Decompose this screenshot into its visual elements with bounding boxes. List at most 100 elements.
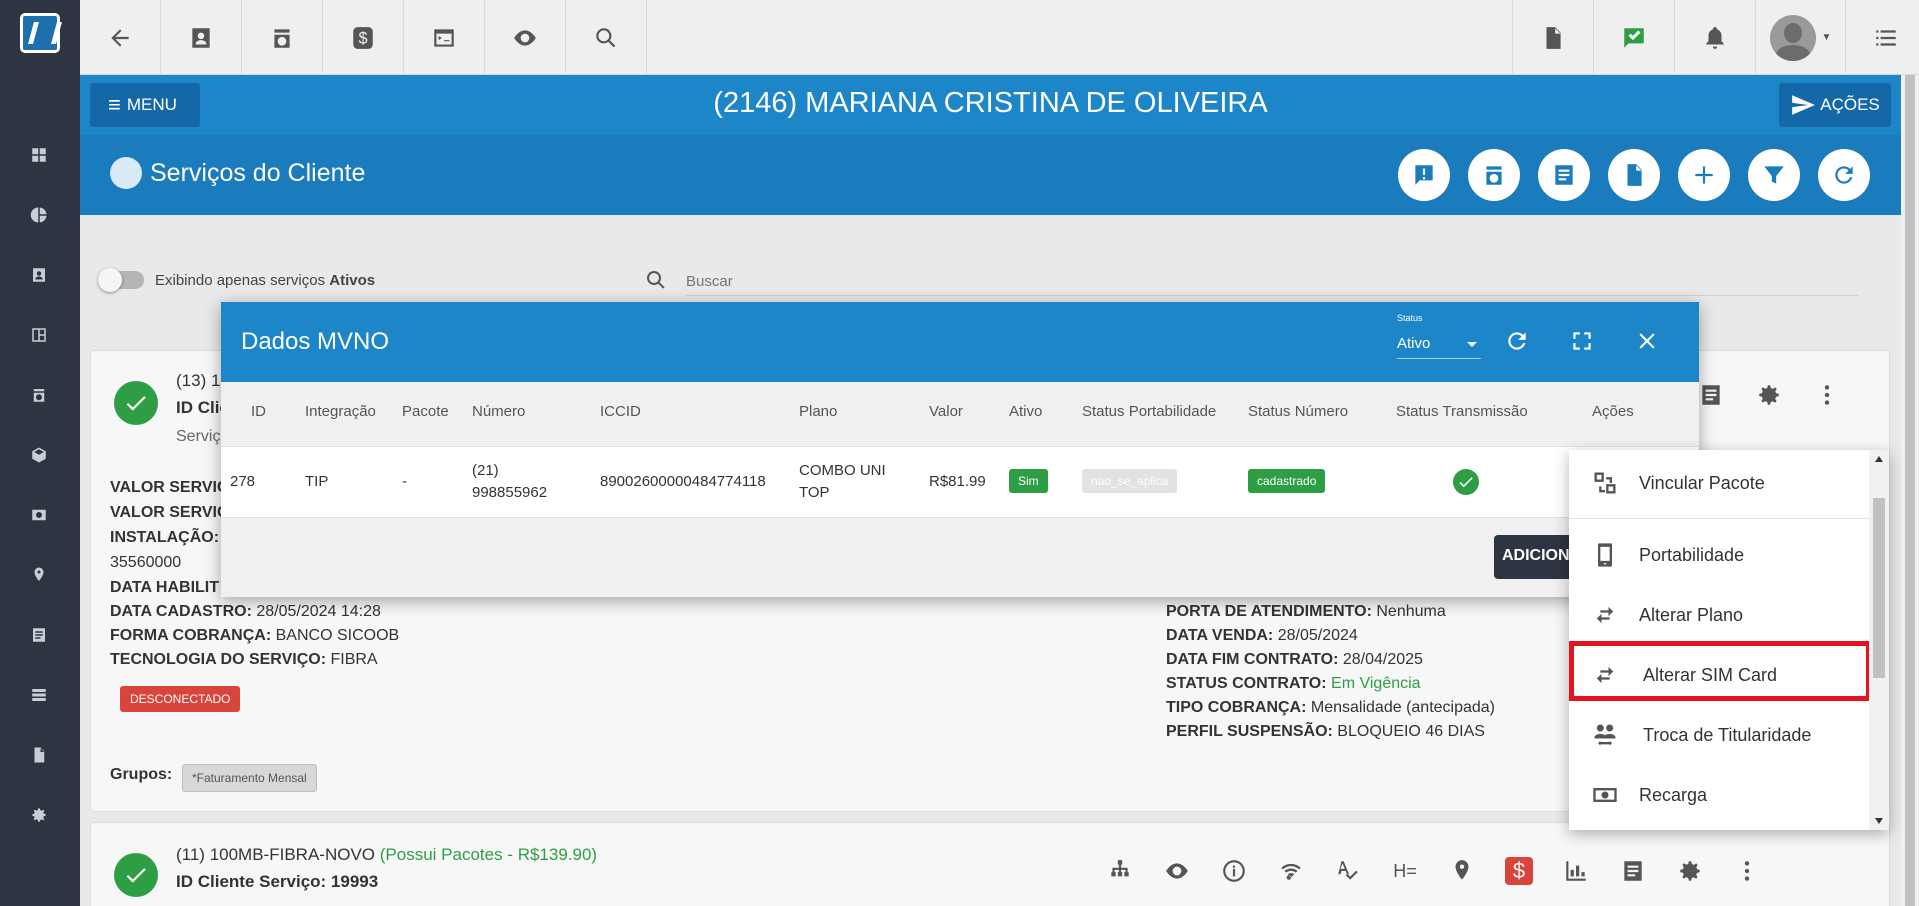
document-list-button[interactable]: [1538, 149, 1590, 201]
menu-item-portabilidade[interactable]: Portabilidade: [1569, 529, 1869, 581]
status-select[interactable]: Ativo: [1397, 329, 1481, 359]
menu-divider: [1569, 518, 1869, 519]
pie-chart-icon[interactable]: [28, 204, 50, 226]
col-id: ID: [251, 403, 266, 420]
cell-numero-1: (21): [472, 462, 499, 479]
refresh-icon[interactable]: [1503, 327, 1531, 355]
card1-label-3: INSTALAÇÃO:: [110, 529, 220, 546]
document-list-icon[interactable]: [1697, 381, 1725, 409]
venda-value: 28/05/2024: [1277, 627, 1358, 644]
h-equal-icon[interactable]: H=: [1391, 857, 1419, 885]
more-vert-icon[interactable]: [1733, 857, 1761, 885]
list-menu-button[interactable]: [1845, 0, 1919, 75]
scroll-up-arrow-icon[interactable]: [1875, 456, 1883, 462]
app-logo[interactable]: [20, 13, 60, 53]
view-button[interactable]: [485, 0, 566, 75]
cell-portabilidade-badge: nao_se_aplica: [1082, 469, 1178, 493]
perfil-row: PERFIL SUSPENSÃO: BLOQUEIO 46 DIAS: [1166, 723, 1485, 741]
money-icon[interactable]: [28, 504, 50, 526]
pdf-button[interactable]: [1512, 0, 1593, 75]
col-status-portabilidade: Status Portabilidade: [1082, 403, 1217, 420]
col-valor: Valor: [929, 403, 963, 420]
file-icon[interactable]: [28, 744, 50, 766]
close-icon[interactable]: [1633, 327, 1661, 355]
back-button[interactable]: [80, 0, 161, 75]
finance-button[interactable]: $: [323, 0, 404, 75]
col-status-numero: Status Número: [1248, 403, 1349, 420]
send-icon: [1792, 95, 1816, 115]
board-icon[interactable]: [28, 324, 50, 346]
contact-card-button[interactable]: [161, 0, 242, 75]
user-menu-button[interactable]: ▼: [1755, 0, 1845, 75]
calendar-clock-icon: [274, 28, 290, 48]
forma-label: FORMA COBRANÇA:: [110, 627, 272, 644]
dropdown-scrollbar-thumb[interactable]: [1873, 498, 1885, 678]
page-scrollbar-thumb[interactable]: [1905, 75, 1915, 906]
dashboard-icon[interactable]: [28, 144, 50, 166]
card1-label-2: VALOR SERVIC: [110, 504, 229, 521]
menu-item-recarga[interactable]: Recarga: [1569, 769, 1869, 821]
refresh-button[interactable]: [1818, 149, 1870, 201]
toggle-label-prefix: Exibindo apenas serviços: [155, 272, 330, 289]
status-label: Status: [1397, 313, 1423, 323]
alert-button[interactable]: [1398, 149, 1450, 201]
scroll-down-arrow-icon[interactable]: [1875, 818, 1883, 824]
document-list-icon[interactable]: [1619, 857, 1647, 885]
grupo-chip[interactable]: *Faturamento Mensal: [182, 764, 317, 792]
terminal-icon: [434, 28, 454, 47]
status-contrato-value: Em Vigência: [1331, 675, 1421, 692]
active-services-toggle[interactable]: [98, 268, 144, 292]
menu-item-vincular-pacote[interactable]: Vincular Pacote: [1569, 457, 1869, 509]
settings-icon[interactable]: [28, 804, 50, 826]
cell-id: 278: [230, 473, 256, 490]
info-icon[interactable]: [1220, 857, 1248, 885]
menu-item-alterar-plano[interactable]: Alterar Plano: [1569, 589, 1869, 641]
acoes-button[interactable]: AÇÕES: [1779, 83, 1891, 127]
cell-ativo-badge: Sim: [1009, 469, 1048, 493]
search-input[interactable]: [686, 268, 1858, 296]
tecnologia-label: TECNOLOGIA DO SERVIÇO:: [110, 651, 327, 668]
bar-chart-icon[interactable]: [1562, 857, 1590, 885]
menu-item-troca-titularidade[interactable]: Troca de Titularidade: [1569, 709, 1869, 761]
eye-icon[interactable]: [1163, 857, 1191, 885]
data-cadastro-label: DATA CADASTRO:: [110, 603, 252, 620]
filter-button[interactable]: [1748, 149, 1800, 201]
porta-value: Nenhuma: [1376, 603, 1446, 620]
contact-icon[interactable]: [28, 264, 50, 286]
page-scrollbar[interactable]: [1901, 75, 1919, 906]
settings-icon[interactable]: [1755, 381, 1783, 409]
globe-icon: [110, 157, 142, 189]
perfil-label: PERFIL SUSPENSÃO:: [1166, 723, 1333, 740]
add-button[interactable]: [1678, 149, 1730, 201]
calendar-icon[interactable]: [28, 384, 50, 406]
terminal-button[interactable]: [404, 0, 485, 75]
file-button[interactable]: [1608, 149, 1660, 201]
cell-iccid: 89002600000484774118: [600, 473, 766, 490]
card1-tecnologia: TECNOLOGIA DO SERVIÇO: FIBRA: [110, 651, 378, 669]
dollar-icon[interactable]: $: [1505, 857, 1533, 885]
status-contrato-label: STATUS CONTRATO:: [1166, 675, 1327, 692]
modal-header: Dados MVNO Status Ativo: [221, 302, 1699, 382]
map-pin-icon[interactable]: [28, 564, 50, 586]
data-cadastro-value: 28/05/2024 14:28: [256, 603, 381, 620]
more-vert-icon[interactable]: [1813, 381, 1841, 409]
schedule-button[interactable]: [242, 0, 323, 75]
server-icon[interactable]: [28, 684, 50, 706]
dropdown-scrollbar[interactable]: [1869, 450, 1889, 830]
toggle-label-bold: Ativos: [329, 272, 376, 289]
wifi-icon[interactable]: [1277, 857, 1305, 885]
spellcheck-icon[interactable]: [1334, 857, 1362, 885]
chat-check-icon: [1624, 27, 1644, 48]
map-pin-icon[interactable]: [1448, 857, 1476, 885]
settings-icon[interactable]: [1676, 857, 1704, 885]
schedule-round-button[interactable]: [1468, 149, 1520, 201]
card1-data-cadastro: DATA CADASTRO: 28/05/2024 14:28: [110, 603, 381, 621]
chat-button[interactable]: [1593, 0, 1674, 75]
sitemap-icon[interactable]: [1106, 857, 1134, 885]
notifications-button[interactable]: [1674, 0, 1755, 75]
document-list-icon[interactable]: [28, 624, 50, 646]
search-button[interactable]: [566, 0, 647, 75]
box-icon[interactable]: [28, 444, 50, 466]
list-icon: [1876, 29, 1896, 46]
fullscreen-icon[interactable]: [1568, 327, 1596, 355]
